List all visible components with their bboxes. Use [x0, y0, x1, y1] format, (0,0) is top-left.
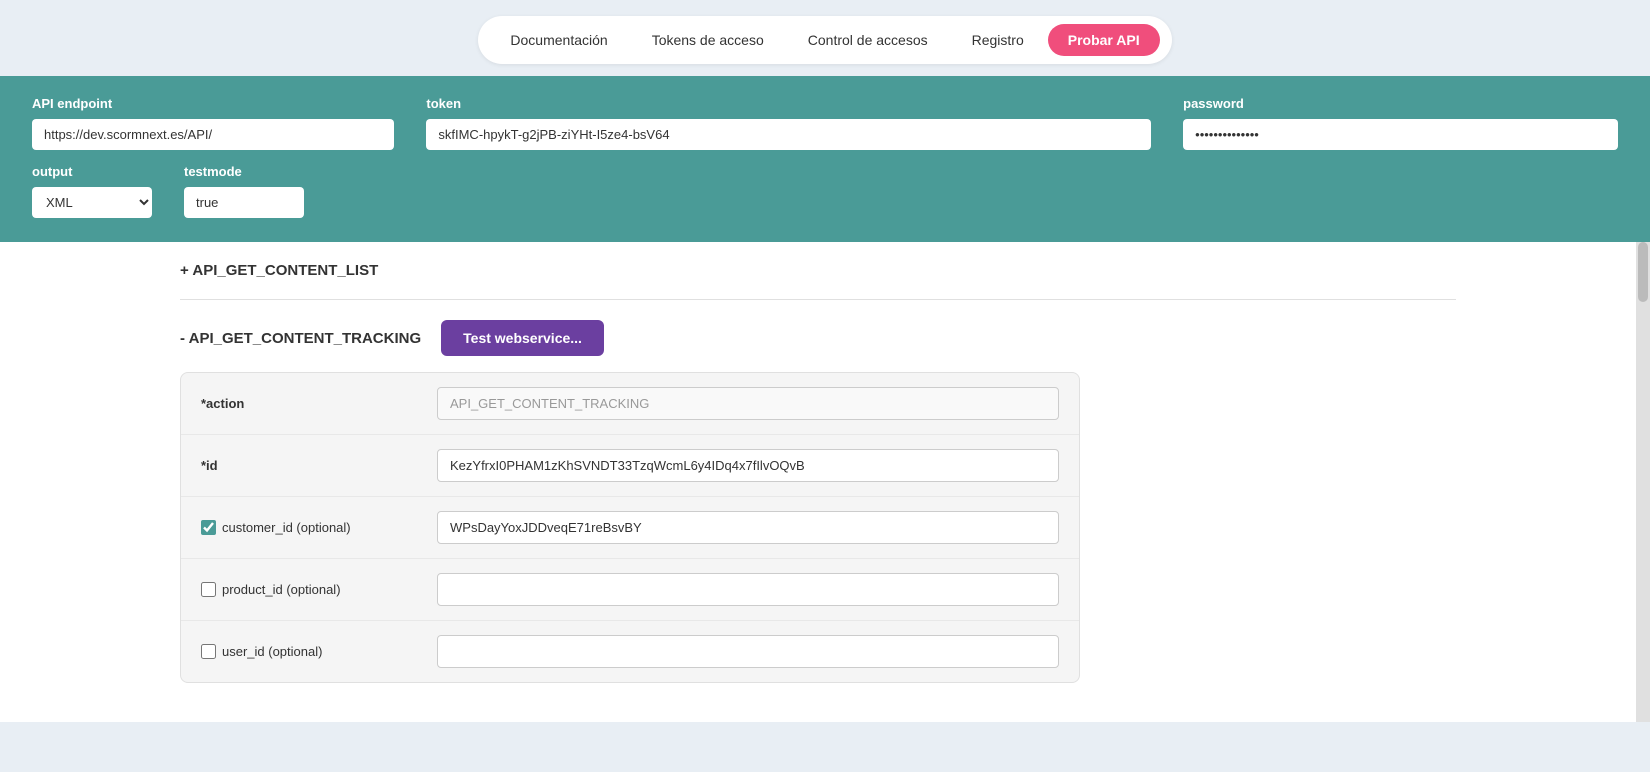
output-label: output: [32, 164, 152, 179]
scrollbar[interactable]: [1636, 242, 1650, 722]
nav-control[interactable]: Control de accesos: [788, 24, 948, 56]
form-row-product-id: product_id (optional): [181, 559, 1079, 621]
main-content: + API_GET_CONTENT_LIST - API_GET_CONTENT…: [0, 242, 1650, 722]
user-id-label: user_id (optional): [201, 644, 421, 659]
testmode-col: testmode: [184, 164, 304, 218]
section-get-content-list: + API_GET_CONTENT_LIST: [180, 242, 1456, 300]
form-row-user-id: user_id (optional): [181, 621, 1079, 682]
section-get-content-tracking: - API_GET_CONTENT_TRACKING Test webservi…: [180, 300, 1456, 683]
action-input[interactable]: [437, 387, 1059, 420]
output-select[interactable]: XML JSON: [32, 187, 152, 218]
password-input[interactable]: [1183, 119, 1618, 150]
product-id-checkbox[interactable]: [201, 582, 216, 597]
token-input[interactable]: [426, 119, 1151, 150]
customer-id-checkbox[interactable]: [201, 520, 216, 535]
testmode-input[interactable]: [184, 187, 304, 218]
section-list-title[interactable]: + API_GET_CONTENT_LIST: [180, 262, 1456, 279]
user-id-checkbox[interactable]: [201, 644, 216, 659]
endpoint-col: API endpoint: [32, 96, 394, 150]
scrollbar-thumb[interactable]: [1638, 242, 1648, 302]
customer-id-input[interactable]: [437, 511, 1059, 544]
endpoint-input[interactable]: [32, 119, 394, 150]
api-config-panel: API endpoint token password output XML J…: [0, 76, 1650, 242]
id-label: *id: [201, 458, 421, 473]
output-col: output XML JSON: [32, 164, 152, 218]
token-label: token: [426, 96, 1151, 111]
action-label: *action: [201, 396, 421, 411]
form-row-id: *id: [181, 435, 1079, 497]
form-table: *action *id customer_id (optional): [180, 372, 1080, 683]
expanded-title[interactable]: - API_GET_CONTENT_TRACKING: [180, 330, 421, 347]
product-id-input[interactable]: [437, 573, 1059, 606]
endpoint-label: API endpoint: [32, 96, 394, 111]
form-row-action: *action: [181, 373, 1079, 435]
testmode-label: testmode: [184, 164, 304, 179]
expanded-header: - API_GET_CONTENT_TRACKING Test webservi…: [180, 320, 1456, 356]
password-col: password: [1183, 96, 1618, 150]
nav-container: Documentación Tokens de acceso Control d…: [478, 16, 1171, 64]
top-navigation: Documentación Tokens de acceso Control d…: [0, 0, 1650, 76]
test-webservice-button[interactable]: Test webservice...: [441, 320, 604, 356]
product-id-label: product_id (optional): [201, 582, 421, 597]
customer-id-label: customer_id (optional): [201, 520, 421, 535]
token-col: token: [426, 96, 1151, 150]
nav-tokens[interactable]: Tokens de acceso: [632, 24, 784, 56]
id-input[interactable]: [437, 449, 1059, 482]
user-id-input[interactable]: [437, 635, 1059, 668]
nav-documentacion[interactable]: Documentación: [490, 24, 627, 56]
form-row-customer-id: customer_id (optional): [181, 497, 1079, 559]
nav-registro[interactable]: Registro: [952, 24, 1044, 56]
nav-probar-api[interactable]: Probar API: [1048, 24, 1160, 56]
password-label: password: [1183, 96, 1618, 111]
